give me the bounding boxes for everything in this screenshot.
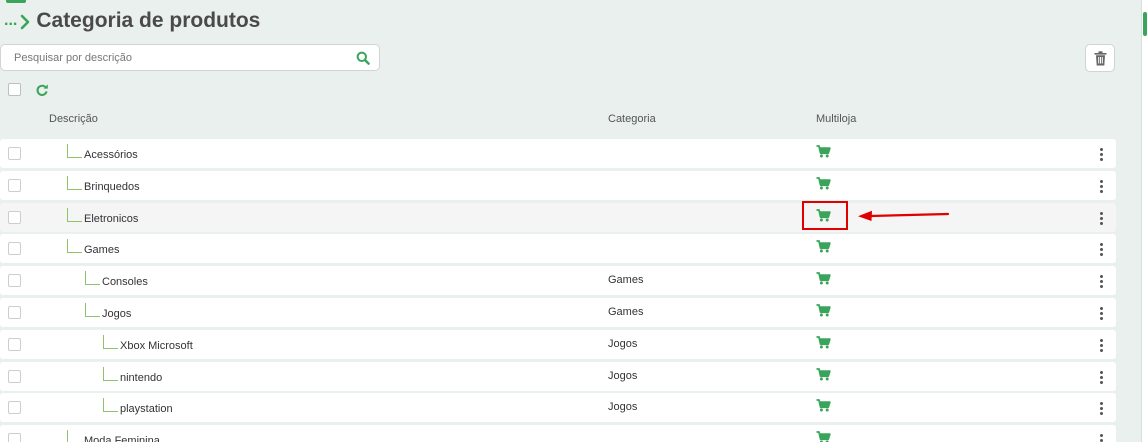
tree-connector: [103, 398, 118, 412]
tree-connector: [85, 303, 100, 317]
tree-connector: [67, 430, 82, 442]
table-row[interactable]: Consoles Games: [0, 266, 1116, 295]
shopping-cart-icon[interactable]: [816, 399, 831, 412]
search-bar: [0, 44, 380, 71]
row-checkbox[interactable]: [8, 147, 21, 160]
row-category: Jogos: [608, 338, 638, 350]
row-checkbox[interactable]: [8, 274, 21, 287]
shopping-cart-icon[interactable]: [816, 304, 831, 317]
refresh-icon[interactable]: [35, 83, 49, 97]
row-menu-icon[interactable]: [1099, 307, 1103, 320]
row-checkbox[interactable]: [8, 306, 21, 319]
row-description: Games: [84, 244, 120, 256]
row-category: Jogos: [608, 370, 638, 382]
annotation-highlight-box: [802, 201, 848, 230]
row-menu-icon[interactable]: [1099, 371, 1103, 384]
table-row[interactable]: nintendo Jogos: [0, 362, 1116, 391]
row-checkbox[interactable]: [8, 433, 21, 442]
tree-connector: [103, 367, 118, 381]
shopping-cart-icon[interactable]: [816, 177, 831, 190]
column-header-category[interactable]: Categoria: [608, 113, 656, 125]
shopping-cart-icon[interactable]: [816, 431, 831, 442]
tree-connector: [67, 208, 82, 222]
row-category: Games: [608, 274, 644, 286]
table-row[interactable]: playstation Jogos: [0, 393, 1116, 422]
row-checkbox[interactable]: [8, 401, 21, 414]
column-header-multistore[interactable]: Multiloja: [816, 113, 856, 125]
row-checkbox[interactable]: [8, 211, 21, 224]
search-icon[interactable]: [351, 46, 375, 70]
shopping-cart-icon[interactable]: [816, 368, 831, 381]
tree-connector: [67, 144, 82, 158]
table-row[interactable]: Moda Feminina: [0, 425, 1116, 442]
table-row[interactable]: Brinquedos: [0, 171, 1116, 200]
page-header: ... Categoria de produtos: [4, 7, 260, 35]
select-all-checkbox[interactable]: [8, 83, 21, 96]
tree-connector: [67, 176, 82, 190]
top-accent-strip: [6, 0, 26, 3]
row-description: nintendo: [120, 372, 163, 384]
table-row[interactable]: Jogos Games: [0, 298, 1116, 327]
row-description: Brinquedos: [84, 181, 140, 193]
row-description: playstation: [120, 403, 173, 415]
tree-connector: [85, 271, 100, 285]
row-menu-icon[interactable]: [1099, 402, 1103, 415]
row-menu-icon[interactable]: [1099, 434, 1103, 442]
row-description: Moda Feminina: [84, 435, 160, 442]
table-row[interactable]: Xbox Microsoft Jogos: [0, 330, 1116, 359]
row-checkbox[interactable]: [8, 370, 21, 383]
delete-button[interactable]: [1085, 44, 1115, 72]
annotation-arrow: [858, 210, 950, 221]
row-description: Acessórios: [84, 149, 138, 161]
row-menu-icon[interactable]: [1099, 212, 1103, 225]
row-menu-icon[interactable]: [1099, 180, 1103, 193]
table-row[interactable]: Acessórios: [0, 139, 1116, 168]
right-side-panel-edge[interactable]: [1141, 0, 1148, 442]
row-menu-icon[interactable]: [1099, 243, 1103, 256]
shopping-cart-icon[interactable]: [816, 336, 831, 349]
tree-connector: [67, 239, 82, 253]
row-menu-icon[interactable]: [1099, 275, 1103, 288]
shopping-cart-icon[interactable]: [816, 145, 831, 158]
column-header-description[interactable]: Descrição: [49, 113, 98, 125]
search-input[interactable]: [1, 45, 351, 70]
page: ... Categoria de produtos Descrição Ca: [0, 0, 1148, 442]
row-menu-icon[interactable]: [1099, 339, 1103, 352]
row-description: Consoles: [102, 276, 148, 288]
row-checkbox[interactable]: [8, 338, 21, 351]
trash-icon: [1094, 50, 1106, 65]
row-checkbox[interactable]: [8, 242, 21, 255]
shopping-cart-icon[interactable]: [816, 272, 831, 285]
row-description: Xbox Microsoft: [120, 340, 193, 352]
side-panel-tab[interactable]: [1143, 12, 1147, 36]
tree-connector: [103, 335, 118, 349]
row-category: Games: [608, 306, 644, 318]
page-title: Categoria de produtos: [36, 9, 261, 32]
row-checkbox[interactable]: [8, 179, 21, 192]
chevron-right-icon: [21, 14, 30, 30]
breadcrumb[interactable]: ...: [4, 9, 17, 33]
shopping-cart-icon[interactable]: [816, 240, 831, 253]
row-description: Jogos: [102, 308, 132, 320]
row-description: Eletronicos: [84, 213, 139, 225]
row-category: Jogos: [608, 401, 638, 413]
row-menu-icon[interactable]: [1099, 148, 1103, 161]
table-row[interactable]: Games: [0, 234, 1116, 263]
